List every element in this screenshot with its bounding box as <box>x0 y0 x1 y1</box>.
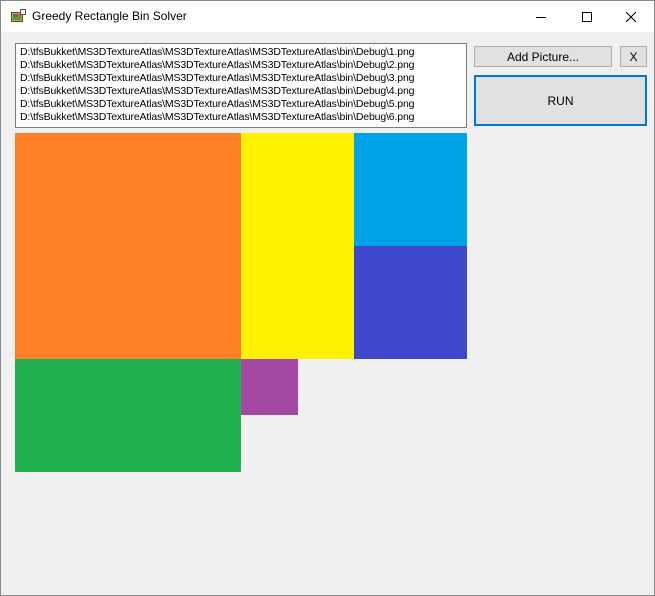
run-button[interactable]: RUN <box>474 75 647 126</box>
close-button[interactable] <box>608 1 654 32</box>
file-list-item[interactable]: D:\tfsBukket\MS3DTextureAtlas\MS3DTextur… <box>20 59 414 72</box>
file-list-item[interactable]: D:\tfsBukket\MS3DTextureAtlas\MS3DTextur… <box>20 46 414 59</box>
title-bar[interactable]: Greedy Rectangle Bin Solver <box>1 1 654 32</box>
file-list-item[interactable]: D:\tfsBukket\MS3DTextureAtlas\MS3DTextur… <box>20 72 414 85</box>
remove-picture-button[interactable]: X <box>620 46 647 67</box>
packed-rect-1 <box>15 133 241 359</box>
add-picture-button[interactable]: Add Picture... <box>474 46 612 67</box>
file-list[interactable]: D:\tfsBukket\MS3DTextureAtlas\MS3DTextur… <box>15 43 467 128</box>
packed-rect-6 <box>241 359 298 415</box>
file-list-item[interactable]: D:\tfsBukket\MS3DTextureAtlas\MS3DTextur… <box>20 85 414 98</box>
maximize-icon <box>582 11 592 22</box>
window-title: Greedy Rectangle Bin Solver <box>32 9 187 23</box>
file-list-item[interactable]: D:\tfsBukket\MS3DTextureAtlas\MS3DTextur… <box>20 111 414 124</box>
maximize-button[interactable] <box>564 1 610 32</box>
close-icon <box>626 11 636 22</box>
minimize-button[interactable] <box>518 1 564 32</box>
packed-rect-4 <box>354 246 467 359</box>
packed-rect-3 <box>354 133 467 246</box>
app-icon <box>11 9 26 22</box>
minimize-icon <box>536 16 546 18</box>
packed-rect-5 <box>15 359 241 472</box>
packed-rect-2 <box>241 133 354 359</box>
file-list-item[interactable]: D:\tfsBukket\MS3DTextureAtlas\MS3DTextur… <box>20 98 414 111</box>
packing-canvas <box>15 133 467 472</box>
main-window: Greedy Rectangle Bin Solver D:\tfsBukket… <box>0 0 655 596</box>
